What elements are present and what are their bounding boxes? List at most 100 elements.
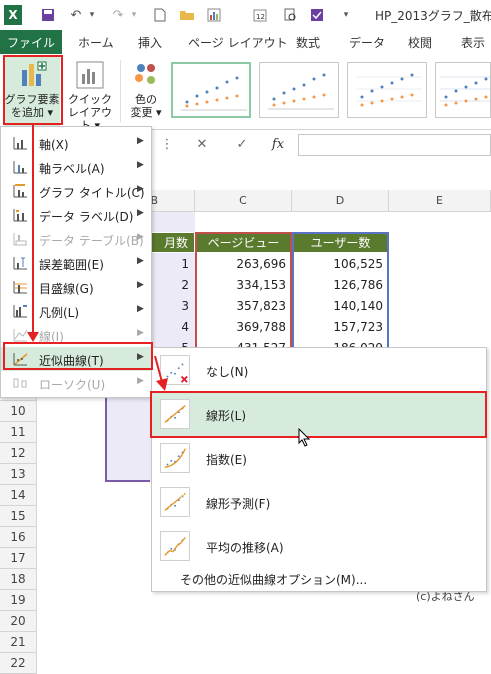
row-header[interactable]: 16: [0, 527, 37, 548]
menu-item-axis-label[interactable]: 軸ラベル(A) ▶: [1, 155, 151, 179]
cell-users[interactable]: 157,723: [292, 316, 389, 337]
menu-item-data-label[interactable]: データ ラベル(D) ▶: [1, 203, 151, 227]
cell-month[interactable]: 1: [150, 253, 195, 274]
submenu-item-trendline-none[interactable]: なし(N): [152, 349, 486, 393]
tab-data[interactable]: データ: [349, 34, 385, 51]
cell-header-months[interactable]: 月数: [150, 232, 195, 253]
undo-icon[interactable]: ↶: [66, 5, 86, 25]
qat-customize-icon[interactable]: ▾: [340, 5, 352, 25]
submenu-arrow-icon: ▶: [137, 280, 144, 290]
row-header[interactable]: 19: [0, 590, 37, 611]
cell-pageviews[interactable]: 334,153: [195, 274, 292, 295]
more-trendline-options[interactable]: その他の近似曲線オプション(M)...: [152, 570, 486, 590]
svg-text:12: 12: [256, 13, 265, 21]
redo-icon[interactable]: ↷: [108, 5, 128, 25]
tab-formulas[interactable]: 数式: [296, 34, 320, 51]
submenu-item-trendline-exponential[interactable]: 指数(E): [152, 437, 486, 481]
title-bar: X ↶ ▾ ↷ ▾ 12 ▾ HP_2013グラフ_散布: [0, 0, 491, 30]
row-header[interactable]: 21: [0, 632, 37, 653]
row-header[interactable]: 18: [0, 569, 37, 590]
row-header[interactable]: 15: [0, 506, 37, 527]
trendline-moving-average-icon: [160, 531, 190, 561]
gridlines-icon: [13, 281, 27, 294]
form-icon[interactable]: [307, 5, 327, 25]
open-folder-icon[interactable]: [177, 5, 197, 25]
chart-style-4[interactable]: [435, 62, 491, 118]
menu-item-data-table[interactable]: データ テーブル(B) ▶: [1, 227, 151, 251]
row-header[interactable]: 17: [0, 548, 37, 569]
undo-dropdown-icon[interactable]: ▾: [86, 5, 98, 25]
row-header[interactable]: 10: [0, 401, 37, 422]
ribbon-tabs: ホーム 挿入 ページ レイアウト 数式 データ 校閲 表示: [0, 30, 491, 54]
change-colors-button[interactable]: 色の 変更 ▾: [124, 56, 168, 126]
row-header[interactable]: 22: [0, 653, 37, 674]
menu-item-error-bars[interactable]: 誤差範囲(E) ▶: [1, 251, 151, 275]
cell-header-users[interactable]: ユーザー数: [292, 232, 389, 253]
row-header[interactable]: 11: [0, 422, 37, 443]
menu-item-chart-title[interactable]: グラフ タイトル(C) ▶: [1, 179, 151, 203]
submenu-arrow-icon: ▶: [137, 304, 144, 314]
save-icon[interactable]: [38, 5, 58, 25]
menu-item-label: グラフ タイトル(C): [39, 186, 145, 200]
chart-style-3[interactable]: [347, 62, 427, 118]
tab-file[interactable]: ファイル: [0, 30, 62, 54]
cancel-icon[interactable]: ✕: [188, 134, 216, 156]
row-header[interactable]: 12: [0, 443, 37, 464]
column-header-c[interactable]: C: [195, 190, 292, 212]
row-header[interactable]: 14: [0, 485, 37, 506]
submenu-arrow-icon: ▶: [137, 232, 144, 242]
cell-month[interactable]: 3: [150, 295, 195, 316]
chart-style-1[interactable]: [171, 62, 251, 118]
color-palette-icon: [135, 64, 155, 84]
color-change-line2: 変更 ▾: [130, 106, 162, 119]
lines-icon: [13, 329, 28, 342]
submenu-item-trendline-forecast[interactable]: 線形予測(F): [152, 481, 486, 525]
menu-item-label: データ ラベル(D): [39, 210, 134, 224]
tab-view[interactable]: 表示: [461, 34, 485, 51]
menu-item-label: 軸ラベル(A): [39, 162, 105, 176]
enter-icon[interactable]: ✓: [228, 134, 256, 156]
menu-item-label: 目盛線(G): [39, 282, 94, 296]
tab-insert[interactable]: 挿入: [138, 34, 162, 51]
chart-style-2[interactable]: [259, 62, 339, 118]
submenu-item-label: 平均の推移(A): [206, 541, 284, 555]
cell-users[interactable]: 126,786: [292, 274, 389, 295]
row-header[interactable]: 20: [0, 611, 37, 632]
cell-month[interactable]: 4: [150, 316, 195, 337]
submenu-item-trendline-moving-average[interactable]: 平均の推移(A): [152, 525, 486, 569]
quick-layout-button[interactable]: クイック レイアウト ▾: [68, 56, 112, 132]
menu-item-legend[interactable]: 凡例(L) ▶: [1, 299, 151, 323]
chart-icon[interactable]: [204, 5, 224, 25]
annotation-box-trendline: [3, 342, 153, 370]
insert-function-icon[interactable]: fx: [264, 134, 292, 156]
formula-bar-more-icon[interactable]: ⋮: [157, 134, 177, 156]
menu-item-gridlines[interactable]: 目盛線(G) ▶: [1, 275, 151, 299]
row-header[interactable]: 13: [0, 464, 37, 485]
cell-users[interactable]: 106,525: [292, 253, 389, 274]
chart-title-icon: [13, 184, 27, 198]
tab-page-layout[interactable]: ページ レイアウト: [188, 34, 288, 51]
menu-item-label: データ テーブル(B): [39, 234, 144, 248]
tab-review[interactable]: 校閲: [408, 34, 432, 51]
tab-home[interactable]: ホーム: [78, 34, 114, 51]
formula-input[interactable]: [298, 134, 491, 156]
chart-style-gallery: [171, 62, 491, 126]
cell-month[interactable]: 2: [150, 274, 195, 295]
calendar-icon[interactable]: 12: [250, 5, 270, 25]
print-preview-icon[interactable]: [280, 5, 300, 25]
cell-users[interactable]: 140,140: [292, 295, 389, 316]
column-header-e[interactable]: E: [389, 190, 491, 212]
redo-dropdown-icon[interactable]: ▾: [128, 5, 140, 25]
updown-bars-icon: [13, 378, 27, 388]
cell-pageviews[interactable]: 263,696: [195, 253, 292, 274]
menu-item-updown-bars[interactable]: ローソク(U) ▶: [1, 371, 151, 395]
cell-header-pageviews[interactable]: ページビュー: [195, 232, 292, 253]
column-header-d[interactable]: D: [292, 190, 389, 212]
new-file-icon[interactable]: [150, 5, 170, 25]
annotation-box-linear: [150, 391, 487, 438]
cell-pageviews[interactable]: 357,823: [195, 295, 292, 316]
menu-item-axis[interactable]: 軸(X) ▶: [1, 131, 151, 155]
cell-pageviews[interactable]: 369,788: [195, 316, 292, 337]
submenu-arrow-icon: ▶: [137, 208, 144, 218]
ribbon-separator: [120, 60, 121, 122]
